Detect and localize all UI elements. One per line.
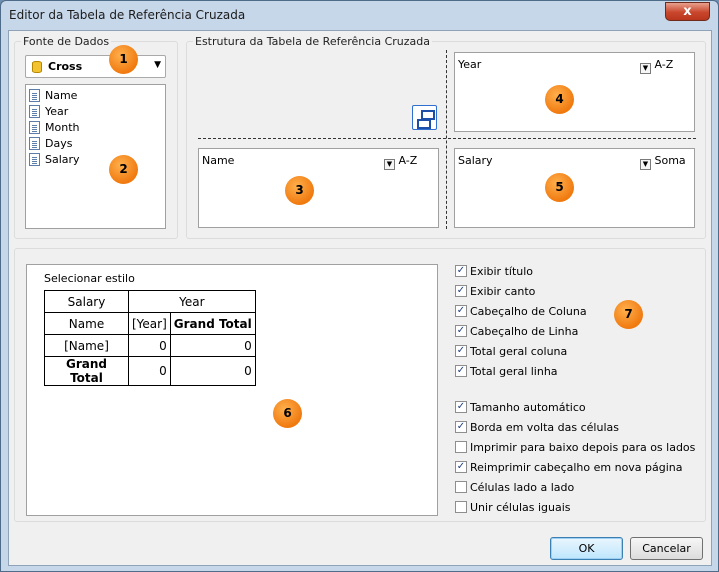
- row-total-cell: Grand Total: [44, 356, 129, 386]
- option-label: Cabeçalho de Linha: [470, 325, 579, 338]
- rows-drop-zone[interactable]: Name ▼ A-Z: [198, 148, 439, 228]
- checkbox[interactable]: ✓: [455, 285, 467, 297]
- option-label: Borda em volta das células: [470, 421, 619, 434]
- field-icon: [29, 105, 40, 118]
- table-row: Grand Total 0 0: [44, 356, 256, 386]
- option-label: Reimprimir cabeçalho em nova página: [470, 461, 683, 474]
- checkbox[interactable]: ✓: [455, 461, 467, 473]
- columns-drop-zone[interactable]: Year ▼ A-Z: [454, 52, 695, 132]
- summary-function-label: Soma: [654, 154, 686, 167]
- checkbox[interactable]: ✓: [455, 365, 467, 377]
- value-cell: 0: [128, 334, 171, 357]
- columns-sort-label: A-Z: [654, 58, 674, 71]
- field-label: Salary: [45, 153, 80, 166]
- rows-field: Name: [202, 154, 235, 167]
- structure-divider-horizontal: [198, 138, 696, 139]
- field-label: Year: [45, 105, 69, 118]
- summary-function-control[interactable]: ▼ Soma: [640, 154, 686, 170]
- checkbox[interactable]: [455, 501, 467, 513]
- checkbox[interactable]: ✓: [455, 265, 467, 277]
- field-icon: [29, 121, 40, 134]
- callout-badge-6: 6: [273, 399, 302, 428]
- value-cell: 0: [169, 356, 256, 386]
- data-source-combo[interactable]: Cross ▼: [25, 55, 166, 78]
- window-title: Editor da Tabela de Referência Cruzada: [9, 8, 246, 22]
- checkbox[interactable]: ✓: [455, 401, 467, 413]
- title-bar[interactable]: Editor da Tabela de Referência Cruzada x: [1, 1, 718, 31]
- column-field-cell: Year: [128, 290, 256, 313]
- table-row: [Name] 0 0: [44, 334, 256, 357]
- table-row: Name [Year] Grand Total: [44, 312, 256, 335]
- field-list[interactable]: Name Year Month Days Salary: [25, 84, 166, 229]
- option-label: Imprimir para baixo depois para os lados: [470, 441, 696, 454]
- option-label: Exibir canto: [470, 285, 536, 298]
- rows-sort-label: A-Z: [398, 154, 418, 167]
- option-label: Cabeçalho de Coluna: [470, 305, 587, 318]
- structure-group-label: Estrutura da Tabela de Referência Cruzad…: [193, 35, 433, 48]
- preview-panel[interactable]: Selecionar estilo Salary Year Name [Year…: [26, 264, 438, 516]
- callout-badge-4: 4: [545, 85, 574, 114]
- column-value-cell: [Year]: [128, 312, 171, 335]
- dropdown-arrow-icon: ▼: [640, 159, 651, 170]
- callout-badge-7: 7: [614, 300, 643, 329]
- cancel-button[interactable]: Cancelar: [630, 537, 703, 560]
- field-label: Name: [45, 89, 78, 102]
- field-label: Days: [45, 137, 73, 150]
- option-label: Total geral linha: [470, 365, 558, 378]
- data-source-selected: Cross: [48, 60, 83, 73]
- chevron-down-icon: ▼: [154, 60, 161, 70]
- option-label: Exibir título: [470, 265, 534, 278]
- structure-divider-vertical: [446, 50, 447, 229]
- callout-badge-5: 5: [545, 173, 574, 202]
- checkbox[interactable]: ✓: [455, 325, 467, 337]
- ok-button[interactable]: OK: [550, 537, 623, 560]
- option-label: Tamanho automático: [470, 401, 586, 414]
- dialog-window: Editor da Tabela de Referência Cruzada x…: [0, 0, 719, 572]
- swap-axes-button[interactable]: [412, 105, 437, 130]
- column-total-cell: Grand Total: [169, 312, 256, 335]
- dropdown-arrow-icon: ▼: [384, 159, 395, 170]
- value-cell: 0: [128, 356, 171, 386]
- database-icon: [32, 61, 42, 73]
- field-icon: [29, 137, 40, 150]
- checkbox[interactable]: ✓: [455, 305, 467, 317]
- field-icon: [29, 153, 40, 166]
- summary-drop-zone[interactable]: Salary ▼ Soma: [454, 148, 695, 228]
- callout-badge-3: 3: [285, 176, 314, 205]
- dialog-client-area: Fonte de Dados Cross ▼ Name Year Month D…: [8, 30, 712, 566]
- option-label: Total geral coluna: [470, 345, 568, 358]
- summary-field: Salary: [458, 154, 493, 167]
- row-value-cell: [Name]: [44, 334, 129, 357]
- value-cell: 0: [169, 334, 256, 357]
- close-button[interactable]: x: [665, 2, 710, 21]
- rows-sort-control[interactable]: ▼ A-Z: [384, 154, 417, 170]
- field-icon: [29, 89, 40, 102]
- option-label: Unir células iguais: [470, 501, 571, 514]
- checkbox[interactable]: [455, 481, 467, 493]
- callout-badge-2: 2: [109, 155, 138, 184]
- columns-field: Year: [458, 58, 482, 71]
- row-field-cell: Name: [44, 312, 129, 335]
- checkbox[interactable]: ✓: [455, 421, 467, 433]
- summary-field-cell: Salary: [44, 290, 129, 313]
- dropdown-arrow-icon: ▼: [640, 63, 651, 74]
- checkbox[interactable]: ✓: [455, 345, 467, 357]
- crosstab-preview-table: Salary Year Name [Year] Grand Total [Nam…: [44, 290, 256, 386]
- data-source-group: Fonte de Dados Cross ▼ Name Year Month D…: [14, 35, 178, 239]
- option-label: Células lado a lado: [470, 481, 575, 494]
- preview-caption: Selecionar estilo: [44, 272, 135, 285]
- columns-sort-control[interactable]: ▼ A-Z: [640, 58, 673, 74]
- field-label: Month: [45, 121, 80, 134]
- checkbox[interactable]: [455, 441, 467, 453]
- table-row: Salary Year: [44, 290, 256, 313]
- data-source-group-label: Fonte de Dados: [21, 35, 112, 48]
- callout-badge-1: 1: [109, 45, 138, 74]
